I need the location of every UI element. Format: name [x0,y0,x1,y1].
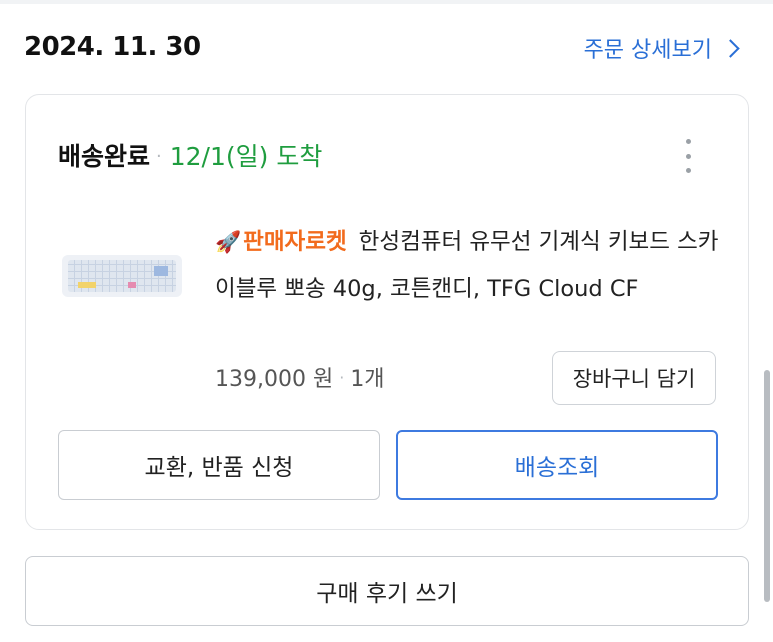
add-to-cart-button[interactable]: 장바구니 담기 [552,351,716,405]
product-price: 139,000 원 [215,367,334,392]
delivery-status: 배송완료 · 12/1(일) 도착 [58,137,322,173]
product-title[interactable]: 🚀판매자로켓 한성컴퓨터 유무선 기계식 키보드 스카이블루 뽀송 40g, 코튼… [215,219,725,313]
order-page: 2024. 11. 30 주문 상세보기 배송완료 · 12/1(일) 도착 🚀… [0,0,773,642]
product-quantity: 1개 [350,367,385,392]
top-divider [0,0,773,4]
price-row: 139,000 원 · 1개 [215,361,385,393]
product-thumbnail[interactable] [62,255,182,297]
arrival-date: 12/1(일) 도착 [169,142,323,171]
seller-rocket-badge: 🚀판매자로켓 [215,229,347,255]
exchange-return-button[interactable]: 교환, 반품 신청 [58,430,380,500]
scrollbar[interactable] [764,370,770,602]
chevron-right-icon [721,39,740,58]
order-detail-link[interactable]: 주문 상세보기 [583,32,740,64]
rocket-icon: 🚀 [215,230,242,254]
badge-label: 판매자로켓 [243,229,347,255]
write-review-button[interactable]: 구매 후기 쓰기 [25,556,749,626]
keyboard-image [68,260,176,292]
status-separator: · [156,146,162,167]
more-options-icon[interactable] [678,139,698,173]
order-item-card: 배송완료 · 12/1(일) 도착 🚀판매자로켓 한성컴퓨터 유무선 기계식 키보… [25,94,749,530]
price-separator: · [339,367,345,387]
track-delivery-button[interactable]: 배송조회 [396,430,718,500]
status-label: 배송완료 [58,142,151,171]
order-date: 2024. 11. 30 [24,32,201,62]
order-detail-label: 주문 상세보기 [583,38,712,63]
